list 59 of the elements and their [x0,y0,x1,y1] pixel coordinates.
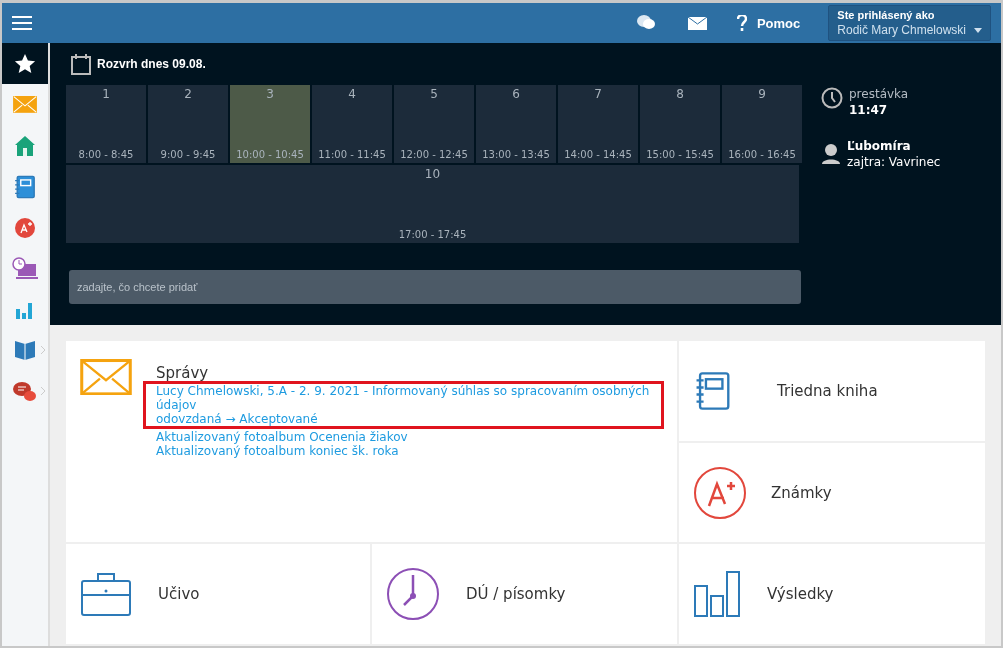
module-tile[interactable]: Výsledky [679,544,985,644]
lesson-time: 9:00 - 9:45 [160,149,216,160]
help-button[interactable]: Pomoc [730,14,807,32]
lesson-number: 9 [758,87,766,101]
person-icon [821,143,841,165]
envelope-icon [80,359,132,396]
lesson-number: 10 [424,167,441,181]
bar-chart-icon [693,570,741,618]
account-menu[interactable]: Ste prihlásený ako Rodič Mary Chmelowski [828,5,991,41]
module-tile[interactable]: Známky [679,443,985,542]
open-book-icon [13,340,37,361]
lesson-time: 16:00 - 16:45 [728,149,796,160]
break-time: 11:47 [849,103,889,117]
lesson-time: 10:00 - 10:45 [236,149,304,160]
clock-icon [386,567,440,621]
nameday-tomorrow: zajtra: Vavrinec [847,155,941,169]
lesson-time: 14:00 - 14:45 [564,149,632,160]
nameday-name: Ľubomíra [847,139,912,153]
module-tile[interactable]: DÚ / písomky [372,544,677,644]
lesson-time: 8:00 - 8:45 [78,149,134,160]
lesson-number: 7 [594,87,602,101]
schedule-title: Rozvrh dnes 09.08. [97,57,206,71]
notebook-icon [13,174,37,199]
lesson-number: 5 [430,87,438,101]
break-label: prestávka [849,87,909,101]
lesson-number: 3 [266,87,274,101]
house-icon [14,134,36,157]
lesson-number: 4 [348,87,356,101]
messages-title: Správy [156,364,210,382]
lesson-time: 17:00 - 17:45 [398,229,467,240]
grade-icon [14,216,36,239]
chevron-icon [41,346,46,354]
lesson-time: 11:00 - 11:45 [318,149,386,160]
mail-button[interactable] [687,16,707,30]
lesson-time: 13:00 - 13:45 [482,149,550,160]
caret-icon [974,27,982,33]
chat-bubbles-icon [13,380,37,403]
bar-chart-icon [16,300,34,319]
sidebar-item[interactable] [2,43,48,84]
lesson-time: 12:00 - 12:45 [400,149,468,160]
lesson-number: 1 [102,87,110,101]
lesson-number: 6 [512,87,520,101]
lesson-number: 2 [184,87,192,101]
envelope-icon [13,96,37,113]
grade-icon [693,465,747,520]
lesson-time: 15:00 - 15:45 [646,149,714,160]
calendar-icon [71,53,91,75]
add-input-field[interactable]: zadajte, čo chcete pridať [69,270,801,304]
chevron-icon [41,387,46,395]
lesson-number: 8 [676,87,684,101]
question-mark-icon [736,15,747,31]
star-icon [14,52,36,75]
chat-button[interactable] [635,14,656,32]
module-tile[interactable]: Triedna kniha [679,341,985,441]
menu-button[interactable] [12,15,32,31]
module-tile[interactable]: Učivo [66,544,370,644]
briefcase-icon [80,571,132,617]
clock-laptop-icon [12,256,38,281]
clock-icon [821,87,843,109]
